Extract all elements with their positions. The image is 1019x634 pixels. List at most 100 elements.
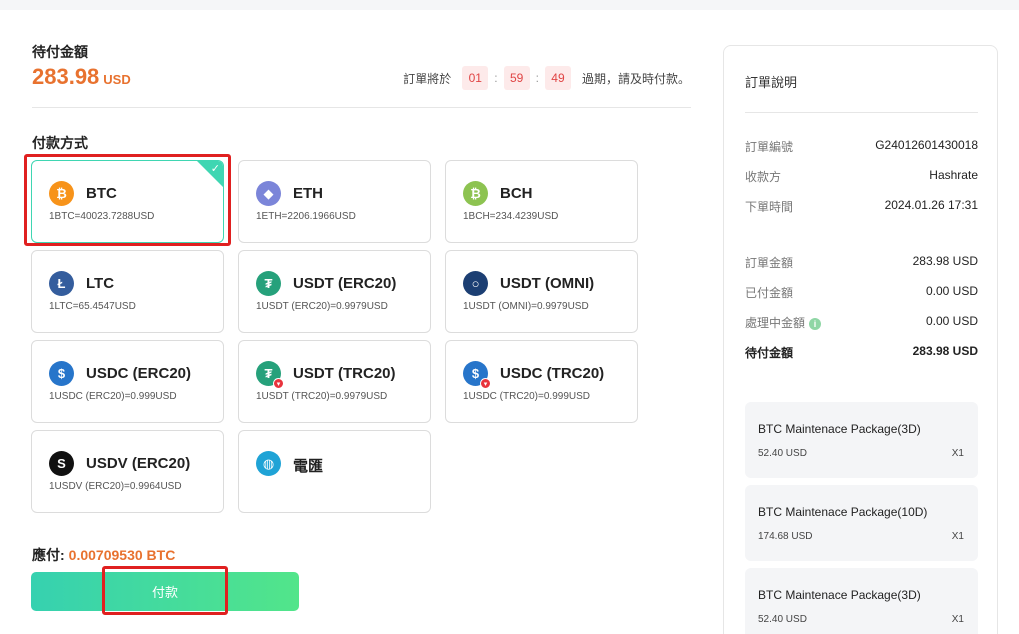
order-amount-label-wrap: 已付金額 (745, 284, 793, 301)
due-amount-value: 283.98 (32, 64, 100, 89)
payment-option-rate: 1BTC=40023.7288USD (49, 211, 155, 222)
payment-option-name: USDC (TRC20) (500, 365, 605, 382)
payment-option-name: 電匯 (293, 458, 324, 475)
payment-option-ethereum[interactable]: ◆ ETH 1ETH=2206.1966USD (238, 160, 431, 243)
tether-tron-icon: ₮ ▾ (256, 361, 284, 389)
payment-option-rate: 1USDC (TRC20)=0.999USD (463, 391, 590, 402)
payment-option-rate: 1BCH=234.4239USD (463, 211, 559, 222)
coin-glyph: ○ (471, 276, 480, 291)
amount-to-pay-value: 0.00709530 BTC (68, 547, 176, 563)
timer-sep: : (494, 71, 498, 85)
due-amount-currency: USD (103, 72, 131, 87)
order-info-label: 收款方 (745, 170, 782, 184)
package-name: BTC Maintenace Package(10D) (758, 505, 928, 519)
order-info-value: 2024.01.26 17:31 (884, 198, 978, 212)
order-amount-label: 已付金額 (745, 286, 794, 300)
payment-option-name: USDV (ERC20) (86, 455, 191, 472)
timer-prefix: 訂單將於 (403, 71, 452, 86)
ethereum-icon: ◆ (256, 181, 281, 206)
order-info-value: Hashrate (929, 168, 978, 182)
divider (32, 107, 691, 108)
order-amount-row: 訂單金額 283.98 USD (745, 254, 978, 271)
order-amount-label: 待付金額 (745, 346, 794, 360)
amount-to-pay: 應付: 0.00709530 BTC (32, 545, 175, 565)
order-amount-value: 0.00 USD (925, 314, 978, 328)
order-summary-panel: 訂單說明 訂單編號 G24012601430018 收款方 Hashrate 下單時間 2… (723, 45, 998, 634)
order-info-label: 下單時間 (745, 200, 794, 214)
order-amount-row: 已付金額 0.00 USD (745, 284, 978, 301)
order-amount-label-wrap: 處理中金額 i (745, 314, 822, 331)
payment-option-name: BTC (86, 185, 117, 202)
timer-minutes: 59 (503, 66, 530, 90)
expiry-timer: 訂單將於 01 : 59 : 49 過期，請及時付款。 (403, 66, 690, 90)
package-item: BTC Maintenace Package(3D) 52.40 USD X1 (745, 568, 978, 634)
payment-option-name: BCH (500, 185, 533, 202)
tron-badge-icon: ▾ (480, 378, 491, 389)
order-info-value: G24012601430018 (875, 138, 978, 152)
pay-button[interactable]: 付款 (31, 572, 299, 611)
payment-option-rate: 1USDC (ERC20)=0.999USD (49, 391, 177, 402)
payment-option-name: USDT (TRC20) (293, 365, 396, 382)
order-amount-label-wrap: 待付金額 (745, 344, 793, 361)
coin-glyph: ◍ (262, 455, 275, 471)
payment-option-name: USDT (OMNI) (500, 275, 595, 292)
order-amount-label: 訂單金額 (745, 256, 794, 270)
payment-option-omni[interactable]: ○ USDT (OMNI) 1USDT (OMNI)=0.9979USD (445, 250, 638, 333)
payment-option-rate: 1USDT (ERC20)=0.9979USD (256, 301, 388, 312)
payment-option-name: ETH (293, 185, 323, 202)
payment-option-litecoin[interactable]: Ł LTC 1LTC=65.4547USD (31, 250, 224, 333)
amount-to-pay-label: 應付: (32, 547, 65, 563)
check-icon: ✓ (210, 163, 220, 175)
due-label: 待付金額 (32, 44, 88, 60)
omni-icon: ○ (463, 271, 488, 296)
payment-option-rate: 1LTC=65.4547USD (49, 301, 136, 312)
package-item: BTC Maintenace Package(3D) 52.40 USD X1 (745, 402, 978, 478)
payment-option-tether[interactable]: ₮ USDT (ERC20) 1USDT (ERC20)=0.9979USD (238, 250, 431, 333)
timer-seconds: 49 (544, 66, 571, 90)
package-item: BTC Maintenace Package(10D) 174.68 USD X1 (745, 485, 978, 561)
coin-glyph: $ (57, 366, 66, 381)
bitcoin-icon: ₿ (49, 181, 74, 206)
payment-option-name: USDT (ERC20) (293, 275, 397, 292)
tron-badge-icon: ▾ (273, 378, 284, 389)
coin-glyph: ₿ (56, 186, 67, 201)
payment-option-bitcoin[interactable]: ₿ BTC 1BTC=40023.7288USD ✓ (31, 160, 224, 243)
order-summary-title: 訂單說明 (745, 75, 798, 90)
globe-wire-icon: ◍ (256, 451, 281, 476)
package-qty: X1 (951, 614, 964, 625)
usdc-icon: $ (49, 361, 74, 386)
order-amount-value: 283.98 USD (912, 344, 978, 358)
payment-option-name: USDC (ERC20) (86, 365, 192, 382)
payment-option-tether-tron[interactable]: ₮ ▾ USDT (TRC20) 1USDT (TRC20)=0.9979USD (238, 340, 431, 423)
order-amount-row: 待付金額 283.98 USD (745, 344, 978, 361)
timer-suffix: 過期，請及時付款。 (581, 71, 690, 86)
order-amount-label-wrap: 訂單金額 (745, 254, 793, 271)
payment-option-usdc[interactable]: $ USDC (ERC20) 1USDC (ERC20)=0.999USD (31, 340, 224, 423)
package-qty: X1 (951, 531, 964, 542)
payment-option-rate: 1USDV (ERC20)=0.9964USD (49, 481, 182, 492)
payment-option-rate: 1ETH=2206.1966USD (256, 211, 356, 222)
usdc-tron-icon: $ ▾ (463, 361, 491, 389)
order-info-row: 訂單編號 G24012601430018 (745, 138, 978, 155)
payment-option-globe-wire[interactable]: ◍ 電匯 (238, 430, 431, 513)
coin-glyph: Ł (57, 276, 66, 291)
package-name: BTC Maintenace Package(3D) (758, 422, 921, 436)
usdv-icon: S (49, 451, 74, 476)
order-amount-label: 處理中金額 (745, 316, 806, 330)
coin-glyph: ◆ (263, 185, 274, 201)
coin-glyph: ₿ (470, 186, 481, 201)
coin-glyph: $ (471, 366, 480, 381)
payment-option-bitcoin-cash[interactable]: ₿ BCH 1BCH=234.4239USD (445, 160, 638, 243)
payment-option-usdv[interactable]: S USDV (ERC20) 1USDV (ERC20)=0.9964USD (31, 430, 224, 513)
package-price: 52.40 USD (758, 448, 807, 459)
coin-glyph: ₮ (264, 276, 273, 291)
info-icon[interactable]: i (809, 317, 822, 330)
bitcoin-cash-icon: ₿ (463, 181, 488, 206)
payment-option-usdc-tron[interactable]: $ ▾ USDC (TRC20) 1USDC (TRC20)=0.999USD (445, 340, 638, 423)
order-info-row: 收款方 Hashrate (745, 168, 978, 185)
order-amount-row: 處理中金額 i 0.00 USD (745, 314, 978, 331)
order-amount-value: 0.00 USD (925, 284, 978, 298)
timer-sep: : (535, 71, 539, 85)
tether-icon: ₮ (256, 271, 281, 296)
payment-method-label: 付款方式 (32, 135, 88, 151)
